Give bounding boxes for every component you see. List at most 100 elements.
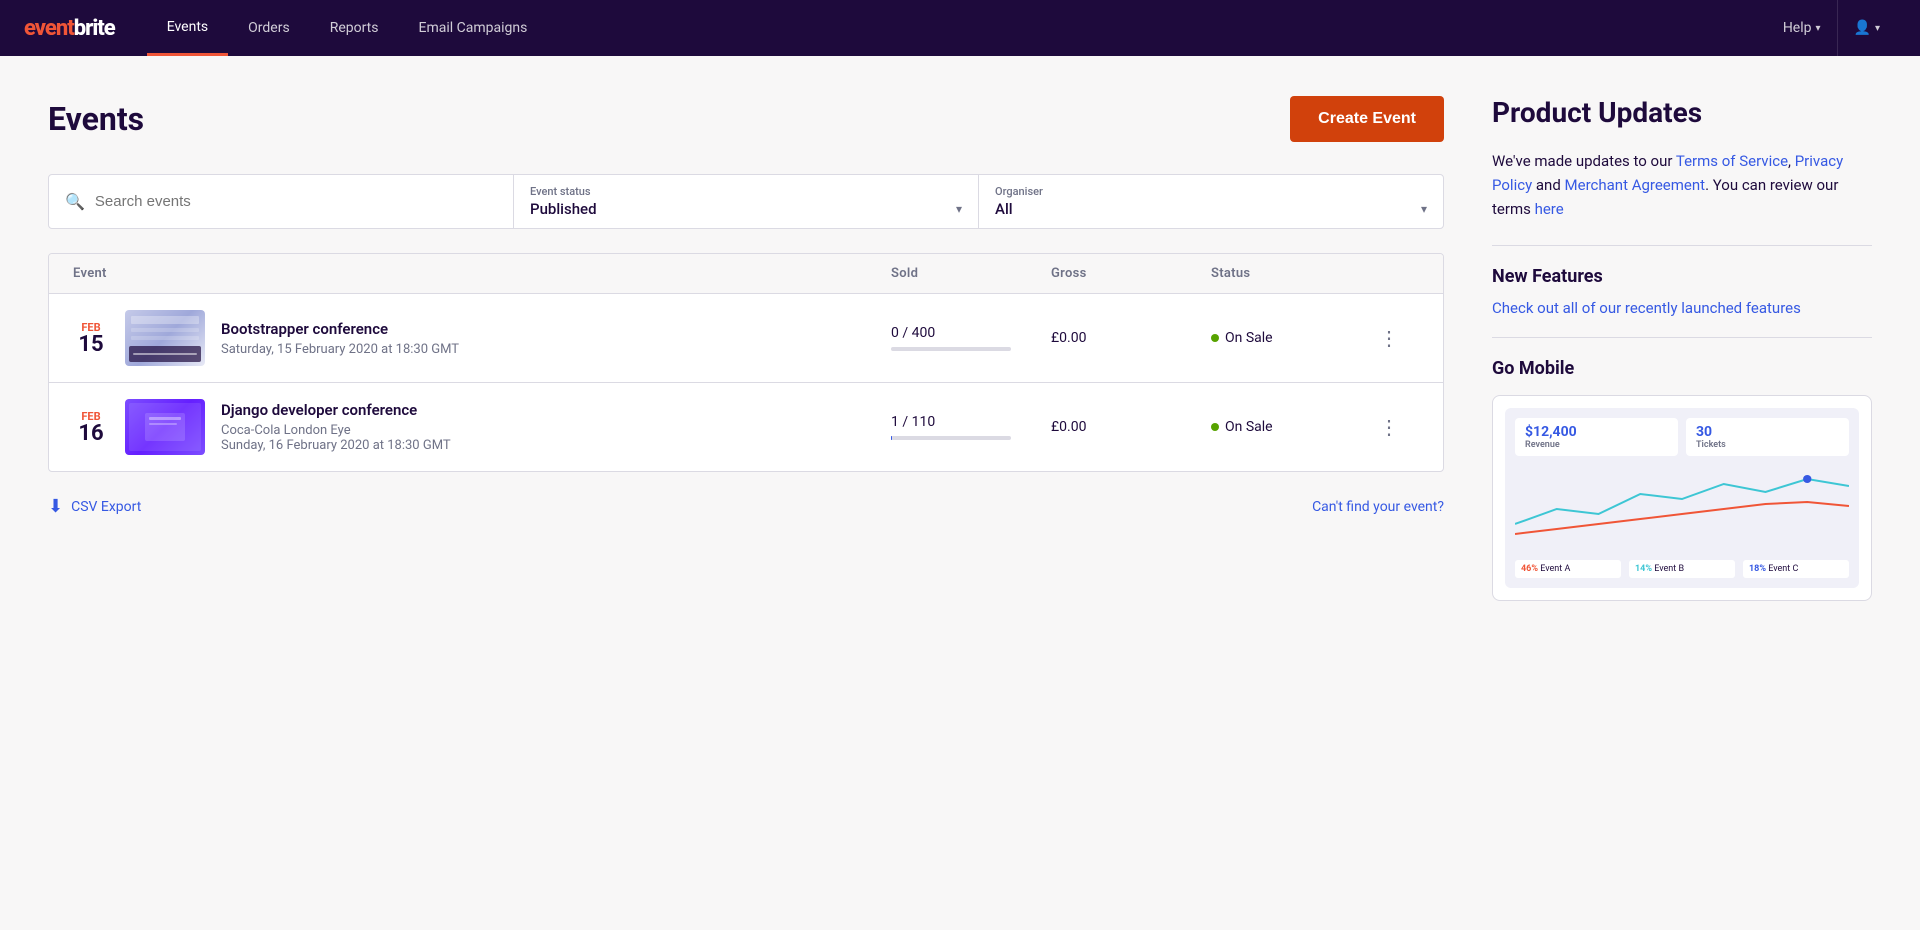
gross-cell-bootstrapper: £0.00 xyxy=(1051,330,1211,346)
status-value-row: Published ▾ xyxy=(530,200,962,218)
event-day: 15 xyxy=(73,334,109,356)
event-thumbnail-django xyxy=(125,399,205,455)
navbar: eventbrite Events Orders Reports Email C… xyxy=(0,0,1920,56)
event-datetime: Saturday, 15 February 2020 at 18:30 GMT xyxy=(221,342,891,357)
sold-bar-fill xyxy=(891,436,892,440)
chart-svg xyxy=(1515,464,1849,544)
event-date-bootstrapper: FEB 15 xyxy=(73,321,109,356)
csv-export-label: CSV Export xyxy=(71,499,141,515)
gross-cell-django: £0.00 xyxy=(1051,419,1211,435)
csv-export-link[interactable]: ⬇ CSV Export xyxy=(48,496,141,517)
page-header: Events Create Event xyxy=(48,96,1444,142)
create-event-button[interactable]: Create Event xyxy=(1290,96,1444,142)
download-icon: ⬇ xyxy=(48,496,63,517)
event-datetime: Sunday, 16 February 2020 at 18:30 GMT xyxy=(221,438,891,453)
sold-value: 1 / 110 xyxy=(891,414,935,430)
event-name[interactable]: Bootstrapper conference xyxy=(221,320,891,338)
th-status: Status xyxy=(1211,266,1371,281)
help-chevron-icon: ▾ xyxy=(1816,23,1821,34)
th-actions xyxy=(1371,266,1419,281)
status-filter[interactable]: Event status Published ▾ xyxy=(514,175,979,228)
help-menu[interactable]: Help ▾ xyxy=(1767,0,1837,56)
event-info-bootstrapper: Bootstrapper conference Saturday, 15 Feb… xyxy=(221,320,891,357)
nav-reports[interactable]: Reports xyxy=(310,0,399,56)
more-actions-bootstrapper: ⋮ xyxy=(1371,322,1419,355)
divider-1 xyxy=(1492,245,1872,246)
merchant-agreement-link[interactable]: Merchant Agreement xyxy=(1565,176,1706,194)
event-cell-django: FEB 16 Django developer conference xyxy=(73,399,891,455)
search-icon: 🔍 xyxy=(65,192,85,211)
status-cell-bootstrapper: On Sale xyxy=(1211,330,1371,346)
event-day: 16 xyxy=(73,423,109,445)
status-chevron-icon: ▾ xyxy=(956,202,962,216)
status-value: Published xyxy=(530,200,597,218)
mini-chart xyxy=(1515,464,1849,548)
more-actions-django: ⋮ xyxy=(1371,411,1419,444)
updates-text: We've made updates to our Terms of Servi… xyxy=(1492,149,1872,221)
event-venue: Coca-Cola London Eye xyxy=(221,423,891,438)
filters-bar: 🔍 Event status Published ▾ Organiser All… xyxy=(48,174,1444,229)
event-date-django: FEB 16 xyxy=(73,410,109,445)
logo[interactable]: eventbrite xyxy=(24,16,115,41)
organiser-value: All xyxy=(995,200,1013,218)
divider-2 xyxy=(1492,337,1872,338)
help-label: Help xyxy=(1783,20,1812,36)
mini-dashboard: $12,400 Revenue 30 Tickets xyxy=(1505,408,1859,588)
mini-stat-revenue: $12,400 Revenue xyxy=(1515,418,1678,456)
table-header: Event Sold Gross Status xyxy=(49,254,1443,294)
table-row: FEB 15 Bootstrapper conference Saturday,… xyxy=(49,294,1443,383)
main-content: Events Create Event 🔍 Event status Publi… xyxy=(48,96,1444,890)
th-gross: Gross xyxy=(1051,266,1211,281)
sold-value: 0 / 400 xyxy=(891,325,935,341)
mini-stats-row: $12,400 Revenue 30 Tickets xyxy=(1515,418,1849,456)
status-dot-icon xyxy=(1211,334,1219,342)
organiser-label: Organiser xyxy=(995,185,1427,198)
status-dot-icon xyxy=(1211,423,1219,431)
nav-right: Help ▾ 👤 ▾ xyxy=(1767,0,1896,56)
more-button-bootstrapper[interactable]: ⋮ xyxy=(1371,322,1407,355)
nav-email-campaigns[interactable]: Email Campaigns xyxy=(398,0,547,56)
event-thumbnail-bootstrapper xyxy=(125,310,205,366)
event-cell-bootstrapper: FEB 15 Bootstrapper conference Saturday,… xyxy=(73,310,891,366)
account-menu[interactable]: 👤 ▾ xyxy=(1837,0,1896,56)
organiser-filter[interactable]: Organiser All ▾ xyxy=(979,175,1443,228)
status-value: On Sale xyxy=(1225,330,1273,346)
status-value: On Sale xyxy=(1225,419,1273,435)
terms-of-service-link[interactable]: Terms of Service xyxy=(1676,152,1788,170)
sold-cell-bootstrapper: 0 / 400 xyxy=(891,325,1051,351)
status-label: Event status xyxy=(530,185,962,198)
sold-bar xyxy=(891,436,1011,440)
organiser-chevron-icon: ▾ xyxy=(1421,202,1427,216)
th-sold: Sold xyxy=(891,266,1051,281)
page-title: Events xyxy=(48,100,144,138)
person-icon: 👤 xyxy=(1854,20,1871,36)
mobile-screenshot: $12,400 Revenue 30 Tickets xyxy=(1492,395,1872,601)
nav-orders[interactable]: Orders xyxy=(228,0,310,56)
table-row: FEB 16 Django developer conference xyxy=(49,383,1443,471)
sidebar: Product Updates We've made updates to ou… xyxy=(1492,96,1872,890)
search-field[interactable]: 🔍 xyxy=(49,175,514,228)
event-name[interactable]: Django developer conference xyxy=(221,401,891,419)
account-chevron-icon: ▾ xyxy=(1875,23,1880,34)
updates-text-before: We've made updates to our xyxy=(1492,152,1676,170)
th-event: Event xyxy=(73,266,891,281)
status-cell-django: On Sale xyxy=(1211,419,1371,435)
new-features-title: New Features xyxy=(1492,266,1872,287)
sold-cell-django: 1 / 110 xyxy=(891,414,1051,440)
mini-stat-tickets: 30 Tickets xyxy=(1686,418,1849,456)
sold-bar xyxy=(891,347,1011,351)
more-button-django[interactable]: ⋮ xyxy=(1371,411,1407,444)
new-features-link[interactable]: Check out all of our recently launched f… xyxy=(1492,299,1872,317)
organiser-value-row: All ▾ xyxy=(995,200,1427,218)
event-info-django: Django developer conference Coca-Cola Lo… xyxy=(221,401,891,453)
here-link[interactable]: here xyxy=(1535,200,1564,218)
events-table: Event Sold Gross Status FEB 15 xyxy=(48,253,1444,472)
cant-find-link[interactable]: Can't find your event? xyxy=(1312,499,1444,515)
product-updates-title: Product Updates xyxy=(1492,96,1872,129)
page-container: Events Create Event 🔍 Event status Publi… xyxy=(0,56,1920,930)
table-footer: ⬇ CSV Export Can't find your event? xyxy=(48,472,1444,541)
go-mobile-title: Go Mobile xyxy=(1492,358,1872,379)
nav-events[interactable]: Events xyxy=(147,0,228,56)
search-input[interactable] xyxy=(95,193,497,210)
nav-links: Events Orders Reports Email Campaigns xyxy=(147,0,1767,56)
